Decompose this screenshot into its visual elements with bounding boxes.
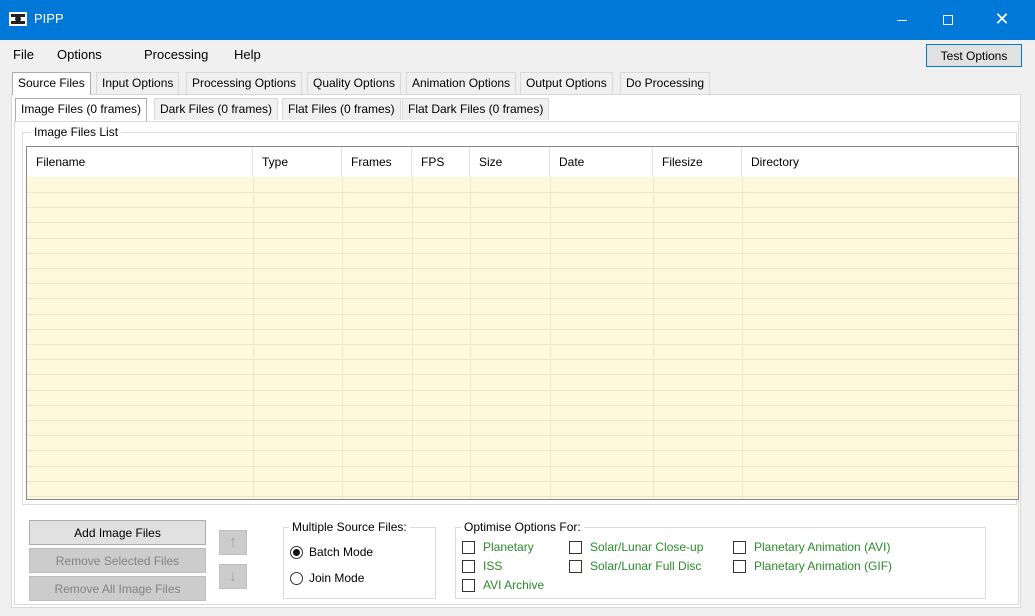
maximize-button[interactable] — [925, 0, 971, 40]
add-image-files-button[interactable]: Add Image Files — [29, 520, 206, 545]
column-header-filename[interactable]: Filename — [27, 147, 253, 177]
row-divider — [27, 405, 1018, 406]
tab-animation-options[interactable]: Animation Options — [406, 72, 517, 94]
minimize-icon — [897, 19, 907, 21]
iss-label: ISS — [483, 559, 503, 573]
arrow-up-icon: ↑ — [229, 533, 237, 551]
planetary-checkbox[interactable]: Planetary — [462, 540, 534, 554]
table-header: Filename Type Frames FPS Size Date Files… — [27, 147, 1018, 177]
checkbox-icon — [733, 559, 746, 573]
planetary-label: Planetary — [483, 540, 534, 554]
row-divider — [27, 314, 1018, 315]
planetary-animation-gif-label: Planetary Animation (GIF) — [754, 559, 893, 573]
tab-image-files[interactable]: Image Files (0 frames) — [15, 98, 148, 121]
solar-lunar-full-disc-checkbox[interactable]: Solar/Lunar Full Disc — [569, 559, 701, 573]
multiple-source-files-title: Multiple Source Files: — [289, 520, 410, 534]
maximize-icon — [943, 15, 953, 25]
row-divider — [27, 253, 1018, 254]
tab-flat-files[interactable]: Flat Files (0 frames) — [282, 98, 401, 120]
row-divider — [27, 481, 1018, 482]
planetary-animation-avi-label: Planetary Animation (AVI) — [754, 540, 891, 554]
image-files-list-title: Image Files List — [31, 125, 122, 139]
row-divider — [27, 435, 1018, 436]
row-divider — [27, 207, 1018, 208]
app-icon — [9, 12, 27, 26]
row-divider — [27, 238, 1018, 239]
radio-checked-icon — [290, 545, 303, 559]
planetary-animation-gif-checkbox[interactable]: Planetary Animation (GIF) — [733, 559, 892, 573]
window-title: PIPP — [34, 11, 64, 26]
checkbox-icon — [462, 578, 475, 592]
column-header-size[interactable]: Size — [470, 147, 550, 177]
row-divider — [27, 344, 1018, 345]
row-divider — [27, 329, 1018, 330]
tab-output-options[interactable]: Output Options — [520, 72, 613, 94]
tab-quality-options[interactable]: Quality Options — [307, 72, 402, 94]
remove-selected-files-button[interactable]: Remove Selected Files — [29, 548, 206, 573]
row-divider — [27, 496, 1018, 497]
row-divider — [27, 450, 1018, 451]
planetary-animation-avi-checkbox[interactable]: Planetary Animation (AVI) — [733, 540, 891, 554]
iss-checkbox[interactable]: ISS — [462, 559, 502, 573]
menu-options[interactable]: Options — [57, 47, 102, 62]
checkbox-icon — [733, 540, 746, 554]
multiple-source-files-group: Multiple Source Files: — [283, 520, 436, 599]
row-divider — [27, 466, 1018, 467]
row-divider — [27, 192, 1018, 193]
column-header-filesize[interactable]: Filesize — [653, 147, 742, 177]
close-icon: ✕ — [994, 9, 1010, 30]
column-header-date[interactable]: Date — [550, 147, 653, 177]
menu-processing[interactable]: Processing — [144, 47, 208, 62]
tab-processing-options[interactable]: Processing Options — [186, 72, 303, 94]
row-divider — [27, 222, 1018, 223]
optimise-options-title: Optimise Options For: — [461, 520, 584, 534]
move-down-button[interactable]: ↓ — [219, 564, 247, 589]
column-header-directory[interactable]: Directory — [742, 147, 1018, 177]
solar-lunar-close-up-checkbox[interactable]: Solar/Lunar Close-up — [569, 540, 703, 554]
avi-archive-checkbox[interactable]: AVI Archive — [462, 578, 544, 592]
file-list-table[interactable]: Filename Type Frames FPS Size Date Files… — [26, 146, 1019, 500]
menu-file[interactable]: File — [13, 47, 34, 62]
checkbox-icon — [569, 540, 582, 554]
checkbox-icon — [462, 540, 475, 554]
title-bar: PIPP ✕ — [0, 0, 1035, 40]
test-options-button[interactable]: Test Options — [926, 44, 1022, 67]
column-header-fps[interactable]: FPS — [412, 147, 470, 177]
remove-all-image-files-button[interactable]: Remove All Image Files — [29, 576, 206, 601]
tab-source-files[interactable]: Source Files — [12, 72, 91, 95]
minimize-button[interactable] — [879, 0, 925, 40]
column-header-type[interactable]: Type — [253, 147, 342, 177]
row-divider — [27, 298, 1018, 299]
solar-lunar-full-disc-label: Solar/Lunar Full Disc — [590, 559, 702, 573]
solar-lunar-close-up-label: Solar/Lunar Close-up — [590, 540, 704, 554]
tab-do-processing[interactable]: Do Processing — [620, 72, 711, 94]
batch-mode-radio[interactable]: Batch Mode — [290, 545, 373, 559]
menu-bar: File Options Processing Help — [0, 40, 1035, 70]
close-button[interactable]: ✕ — [979, 0, 1025, 40]
checkbox-icon — [462, 559, 475, 573]
column-header-frames[interactable]: Frames — [342, 147, 412, 177]
move-up-button[interactable]: ↑ — [219, 530, 247, 555]
batch-mode-label: Batch Mode — [309, 545, 374, 559]
avi-archive-label: AVI Archive — [483, 578, 545, 592]
row-divider — [27, 374, 1018, 375]
row-divider — [27, 268, 1018, 269]
radio-unchecked-icon — [290, 571, 303, 585]
tab-input-options[interactable]: Input Options — [96, 72, 180, 94]
tab-dark-files[interactable]: Dark Files (0 frames) — [154, 98, 279, 120]
row-divider — [27, 420, 1018, 421]
arrow-down-icon: ↓ — [229, 567, 237, 585]
row-divider — [27, 390, 1018, 391]
join-mode-radio[interactable]: Join Mode — [290, 571, 364, 585]
menu-help[interactable]: Help — [234, 47, 261, 62]
row-divider — [27, 283, 1018, 284]
tab-flat-dark-files[interactable]: Flat Dark Files (0 frames) — [402, 98, 550, 120]
row-divider — [27, 359, 1018, 360]
checkbox-icon — [569, 559, 582, 573]
join-mode-label: Join Mode — [309, 571, 365, 585]
